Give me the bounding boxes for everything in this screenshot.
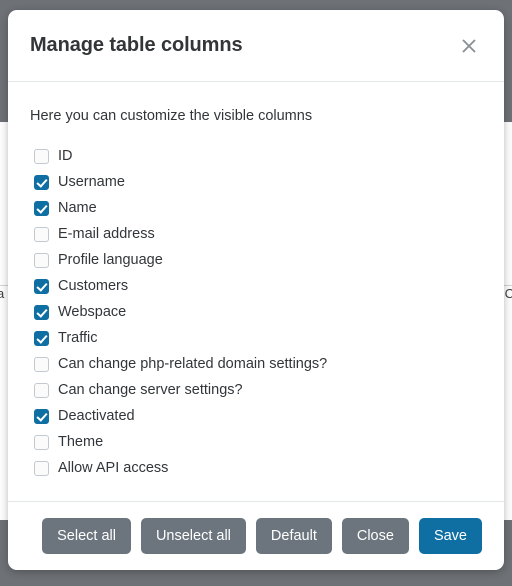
close-icon	[459, 36, 479, 56]
save-button[interactable]: Save	[418, 518, 482, 554]
column-label: Customers	[58, 277, 129, 294]
column-list-item[interactable]: Can change server settings?	[30, 377, 482, 403]
default-button[interactable]: Default	[255, 518, 332, 554]
manage-columns-dialog: Manage table columns Here you can custom…	[8, 10, 504, 570]
column-list-item[interactable]: ID	[30, 143, 482, 169]
column-checkbox[interactable]	[34, 460, 49, 476]
column-checkbox[interactable]	[34, 226, 49, 242]
column-label: Theme	[58, 433, 104, 450]
column-list-item[interactable]: Customers	[30, 273, 482, 299]
close-button[interactable]: Close	[341, 518, 409, 554]
column-list-item[interactable]: Can change php-related domain settings?	[30, 351, 482, 377]
dialog-header: Manage table columns	[8, 10, 504, 82]
dialog-body: Here you can customize the visible colum…	[8, 82, 504, 501]
column-checkbox[interactable]	[34, 304, 49, 320]
unselect-all-button[interactable]: Unselect all	[140, 518, 246, 554]
column-label: Allow API access	[58, 459, 169, 476]
column-label: Deactivated	[58, 407, 135, 424]
column-label: Can change server settings?	[58, 381, 243, 398]
column-checkbox[interactable]	[34, 252, 49, 268]
backdrop-text-right: C	[504, 286, 512, 301]
column-checkbox[interactable]	[34, 356, 49, 372]
column-checkbox[interactable]	[34, 330, 49, 346]
column-list-item[interactable]: Webspace	[30, 299, 482, 325]
column-checkbox[interactable]	[34, 200, 49, 216]
column-checkbox-list: ID Username Name E-mail address Profile lang…	[30, 143, 482, 481]
column-list-item[interactable]: Profile language	[30, 247, 482, 273]
dialog-intro-text: Here you can customize the visible colum…	[30, 108, 313, 124]
column-list-item[interactable]: Theme	[30, 429, 482, 455]
column-list-item[interactable]: Allow API access	[30, 455, 482, 481]
column-label: Traffic	[58, 329, 98, 346]
dialog-footer: Select all Unselect all Default Close Sa…	[8, 501, 504, 570]
column-list-item[interactable]: E-mail address	[30, 221, 482, 247]
column-list-item[interactable]: Name	[30, 195, 482, 221]
column-label: Name	[58, 199, 97, 216]
column-label: ID	[58, 147, 73, 164]
dialog-title: Manage table columns	[30, 34, 243, 56]
column-label: Can change php-related domain settings?	[58, 355, 328, 372]
column-checkbox[interactable]	[34, 382, 49, 398]
column-label: E-mail address	[58, 225, 155, 242]
select-all-button[interactable]: Select all	[42, 518, 131, 554]
column-label: Profile language	[58, 251, 163, 268]
column-list-item[interactable]: Traffic	[30, 325, 482, 351]
column-label: Webspace	[58, 303, 127, 320]
close-icon-button[interactable]	[456, 33, 482, 59]
column-label: Username	[58, 173, 125, 190]
column-checkbox[interactable]	[34, 174, 49, 190]
column-checkbox[interactable]	[34, 278, 49, 294]
backdrop-text-left: a	[0, 286, 5, 301]
column-checkbox[interactable]	[34, 408, 49, 424]
column-checkbox[interactable]	[34, 148, 49, 164]
column-checkbox[interactable]	[34, 434, 49, 450]
column-list-item[interactable]: Username	[30, 169, 482, 195]
column-list-item[interactable]: Deactivated	[30, 403, 482, 429]
